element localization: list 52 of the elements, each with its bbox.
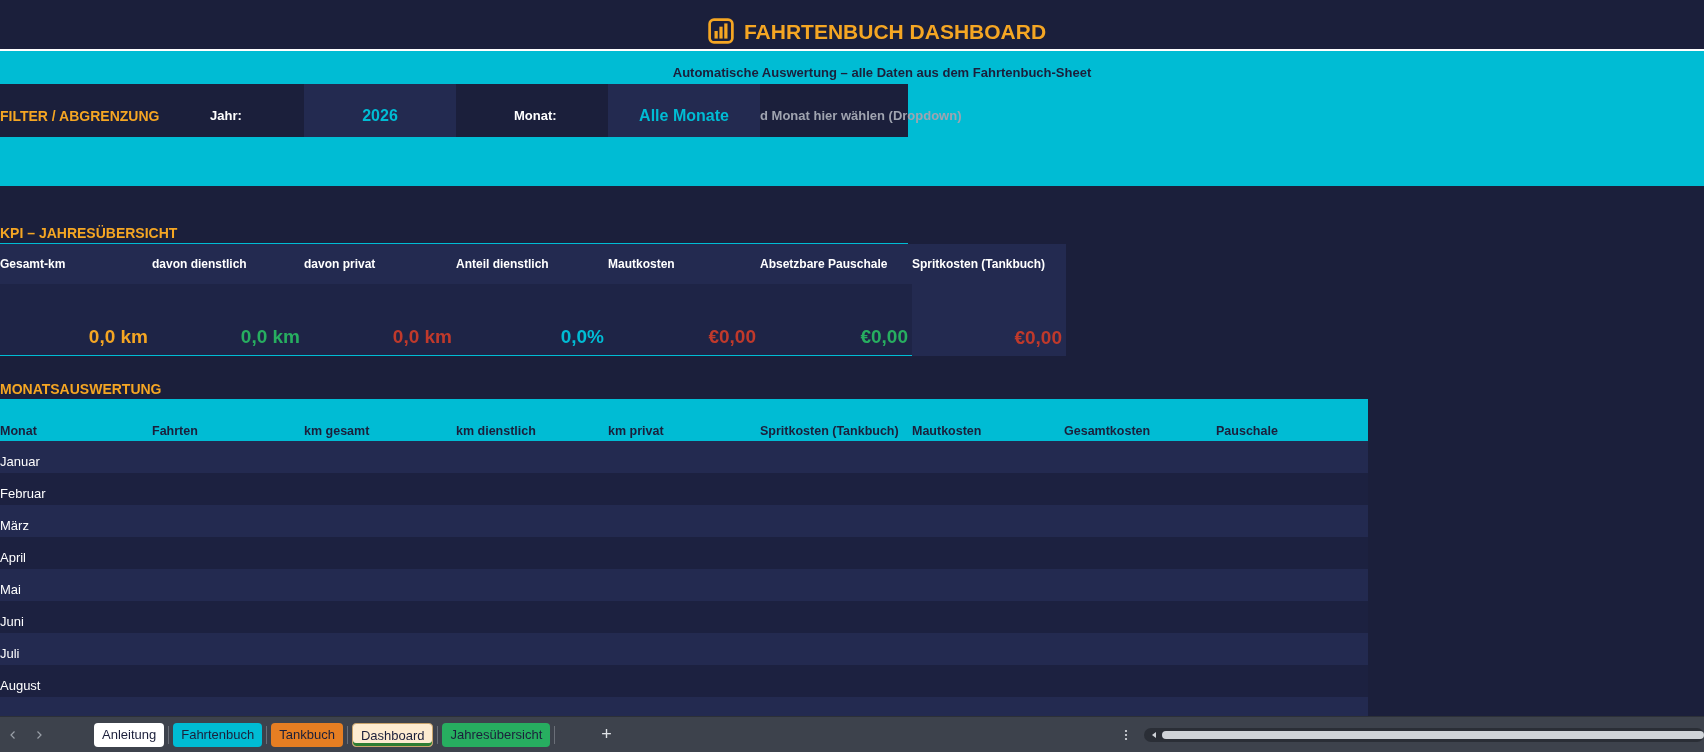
column-header: km dienstlich — [456, 424, 536, 438]
column-header: Gesamtkosten — [1064, 424, 1151, 438]
column-header: Monat — [0, 424, 37, 438]
sheet-tab[interactable]: Tankbuch — [271, 722, 343, 747]
kpi-label: Anteil dienstlich — [456, 257, 549, 271]
column-header: Spritkosten (Tankbuch) — [760, 424, 899, 438]
kpi-label: Gesamt-km — [0, 257, 66, 271]
monthly-heading: MONATSAUSWERTUNG — [0, 381, 162, 397]
kpi-label: Mautkosten — [608, 257, 675, 271]
month-cell: Mai — [0, 581, 21, 597]
sheet-tab[interactable]: Dashboard — [351, 722, 434, 747]
column-header: km privat — [608, 424, 664, 438]
column-header: Pauschale — [1216, 424, 1278, 438]
sheet-tab[interactable]: Jahresübersicht — [442, 722, 551, 747]
sheet-tab[interactable]: Fahrtenbuch — [173, 722, 263, 747]
add-sheet-button[interactable]: + — [597, 724, 616, 745]
month-cell: Januar — [0, 453, 40, 469]
previous-sheet-icon[interactable] — [8, 729, 18, 740]
bar-chart-icon — [707, 18, 734, 44]
year-label: Jahr: — [210, 108, 242, 123]
kpi-heading: KPI – JAHRESÜBERSICHT — [0, 224, 178, 241]
sheet-tab[interactable]: Anleitung — [94, 722, 165, 747]
dashboard-title: FAHRTENBUCH DASHBOARD — [743, 20, 1047, 44]
month-label: Monat: — [514, 108, 557, 123]
filter-heading: FILTER / ABGRENZUNG — [0, 107, 160, 124]
month-cell: Juni — [0, 613, 24, 629]
kpi-label: davon privat — [304, 257, 376, 271]
horizontal-scrollbar[interactable] — [1144, 727, 1704, 742]
scroll-left-icon[interactable] — [1150, 730, 1158, 739]
column-header: Mautkosten — [912, 424, 982, 438]
kpi-value: €0,00 — [1014, 327, 1062, 349]
more-options-icon[interactable] — [1124, 728, 1128, 741]
column-header: Fahrten — [152, 424, 198, 438]
kpi-value: 0,0 km — [392, 326, 452, 348]
kpi-label: davon dienstlich — [152, 257, 247, 271]
kpi-label: Spritkosten (Tankbuch) — [912, 257, 1046, 271]
column-header: km gesamt — [304, 424, 370, 438]
kpi-value: €0,00 — [860, 326, 908, 348]
month-cell: Juli — [0, 645, 20, 661]
year-dropdown[interactable]: 2026 — [304, 84, 456, 137]
kpi-value: €0,00 — [708, 326, 756, 348]
month-cell: August — [0, 677, 41, 693]
subtitle: Automatische Auswertung – alle Daten aus dem Fahrtenbuch-Sheet — [672, 65, 1092, 80]
kpi-value: 0,0% — [560, 326, 604, 348]
next-sheet-icon[interactable] — [34, 729, 44, 740]
month-dropdown[interactable]: Alle Monate — [608, 84, 760, 137]
kpi-label: Absetzbare Pauschale — [760, 257, 888, 271]
kpi-value: 0,0 km — [240, 326, 300, 348]
month-cell: Februar — [0, 485, 46, 501]
kpi-value: 0,0 km — [88, 326, 148, 348]
month-cell: März — [0, 517, 29, 533]
month-cell: April — [0, 549, 26, 565]
